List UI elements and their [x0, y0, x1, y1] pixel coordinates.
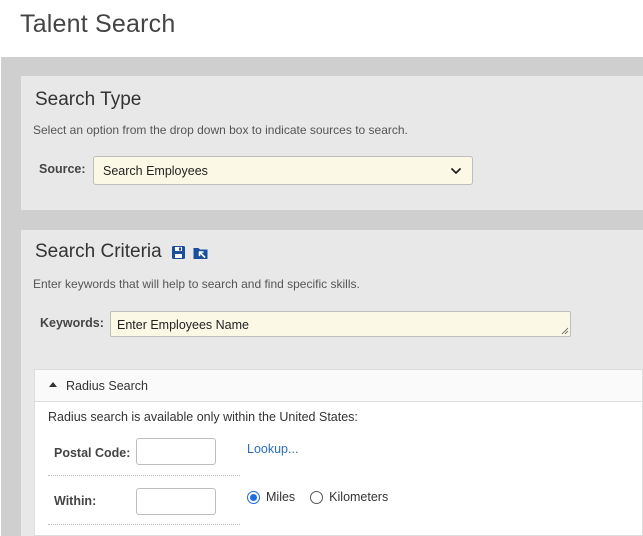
- search-type-description: Select an option from the drop down box …: [33, 123, 408, 137]
- kilometers-radio[interactable]: [310, 490, 324, 504]
- within-label: Within:: [54, 494, 97, 508]
- source-select[interactable]: Search Employees: [93, 156, 473, 185]
- search-type-panel: Search Type Select an option from the dr…: [21, 76, 643, 210]
- folder-open-icon[interactable]: [192, 245, 209, 260]
- source-label: Source:: [39, 162, 86, 176]
- lookup-link[interactable]: Lookup...: [247, 442, 298, 456]
- search-criteria-description: Enter keywords that will help to search …: [33, 277, 360, 291]
- keywords-text: Enter Employees Name: [117, 318, 250, 332]
- miles-label[interactable]: Miles: [266, 490, 295, 504]
- chevron-down-icon: [451, 167, 461, 174]
- miles-radio[interactable]: [247, 490, 260, 504]
- radius-search-toggle[interactable]: Radius Search: [35, 370, 642, 402]
- search-criteria-title: Search Criteria: [35, 241, 162, 262]
- radius-search-note: Radius search is available only within t…: [48, 410, 358, 424]
- save-icon[interactable]: [171, 245, 186, 260]
- caret-up-icon: [49, 382, 57, 387]
- search-type-title: Search Type: [35, 89, 142, 110]
- search-criteria-heading: Search Criteria: [35, 241, 209, 263]
- keywords-textarea[interactable]: Enter Employees Name: [110, 311, 571, 337]
- postal-code-input[interactable]: [136, 438, 216, 465]
- distance-unit-group: Miles Kilometers: [247, 490, 403, 504]
- source-select-value: Search Employees: [103, 163, 208, 178]
- within-input[interactable]: [136, 488, 216, 515]
- postal-divider: [48, 475, 240, 476]
- page-title: Talent Search: [20, 10, 176, 38]
- search-criteria-panel: Search Criteria Enter keywords that will…: [21, 230, 643, 536]
- radius-search-header: Radius Search: [66, 378, 148, 393]
- kilometers-label[interactable]: Kilometers: [329, 490, 388, 504]
- within-divider: [48, 524, 240, 525]
- radius-search-section: Radius Search Radius search is available…: [34, 369, 643, 536]
- keywords-label: Keywords:: [40, 316, 104, 330]
- resize-grip-icon[interactable]: [561, 327, 569, 335]
- postal-code-label: Postal Code:: [54, 446, 131, 460]
